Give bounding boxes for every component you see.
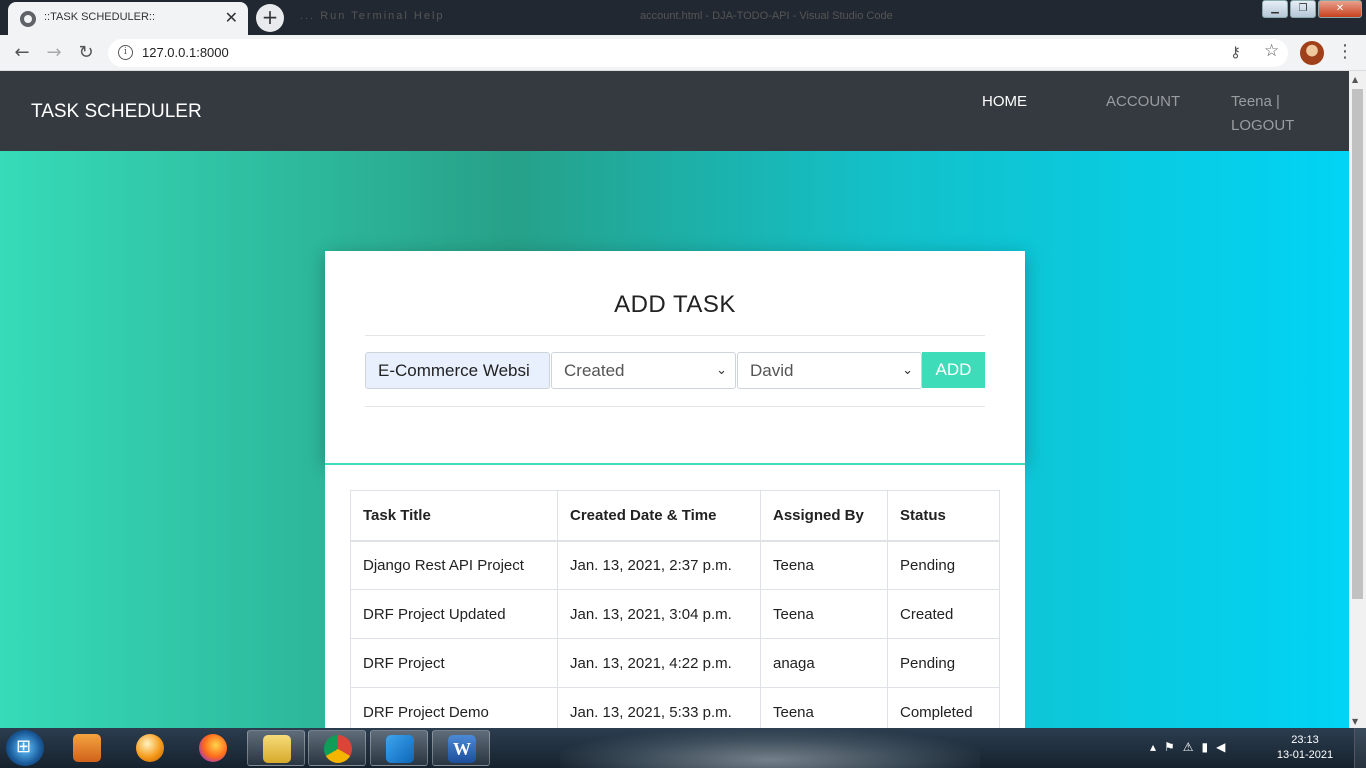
cell-title: DRF Project	[350, 638, 558, 688]
clock-time: 23:13	[1291, 734, 1319, 746]
nav-logout-link[interactable]: LOGOUT	[1231, 114, 1294, 138]
page-viewport: TASK SCHEDULER HOME ACCOUNT Teena | LOGO…	[0, 71, 1349, 728]
vscode-icon	[386, 735, 414, 763]
table-row[interactable]: Django Rest API Project Jan. 13, 2021, 2…	[350, 540, 1000, 590]
add-task-card: ADD TASK E-Commerce Websi Created ⌄ Davi…	[325, 251, 1025, 463]
key-icon[interactable]: ⚷	[1230, 43, 1241, 61]
cell-title: DRF Project Updated	[350, 589, 558, 639]
column-header-assigned-by: Assigned By	[760, 490, 888, 542]
task-table: Task Title Created Date & Time Assigned …	[350, 490, 1000, 728]
status-select-value: Created	[564, 361, 625, 380]
cell-status: Pending	[887, 638, 1000, 688]
add-task-heading: ADD TASK	[614, 291, 736, 318]
table-row[interactable]: DRF Project Updated Jan. 13, 2021, 3:04 …	[350, 589, 1000, 639]
table-header-row: Task Title Created Date & Time Assigned …	[350, 490, 1000, 542]
chrome-icon	[324, 735, 352, 763]
taskbar-chrome[interactable]	[308, 730, 366, 766]
bookmark-star-icon[interactable]: ☆	[1264, 41, 1279, 61]
browser-menu-icon[interactable]: ⋮	[1336, 41, 1354, 62]
nav-user-label: Teena |	[1231, 93, 1280, 110]
scroll-down-icon[interactable]: ▼	[1352, 717, 1358, 726]
wallpaper-peek	[560, 728, 980, 768]
cell-assigned-by: Teena	[760, 687, 888, 728]
taskbar-vlc[interactable]	[121, 730, 179, 766]
address-bar-row: ← → ↻ i 127.0.0.1:8000 ⚷ ☆ ⋮	[0, 35, 1366, 71]
cell-assigned-by: anaga	[760, 638, 888, 688]
taskbar-media-player[interactable]	[58, 730, 116, 766]
background-window-title: account.html - DJA-TODO-API - Visual Stu…	[640, 10, 893, 22]
cell-created: Jan. 13, 2021, 2:37 p.m.	[557, 540, 761, 590]
browser-tab[interactable]: ::TASK SCHEDULER:: ✕	[8, 2, 248, 35]
firefox-icon	[199, 734, 227, 762]
table-row[interactable]: DRF Project Jan. 13, 2021, 4:22 p.m. ana…	[350, 638, 1000, 688]
taskbar-file-explorer[interactable]	[247, 730, 305, 766]
cell-assigned-by: Teena	[760, 540, 888, 590]
show-desktop-button[interactable]	[1354, 728, 1366, 768]
cell-created: Jan. 13, 2021, 3:04 p.m.	[557, 589, 761, 639]
clock-date: 13-01-2021	[1276, 749, 1334, 761]
assignee-select[interactable]: David ⌄	[737, 352, 922, 389]
forward-icon[interactable]: →	[42, 41, 66, 65]
site-info-icon[interactable]: i	[118, 45, 133, 60]
chevron-down-icon: ⌄	[902, 362, 913, 377]
start-button[interactable]	[6, 730, 44, 766]
add-task-button[interactable]: ADD	[922, 352, 985, 388]
taskbar-vscode[interactable]	[370, 730, 428, 766]
cell-status: Pending	[887, 540, 1000, 590]
site-navbar: TASK SCHEDULER HOME ACCOUNT Teena | LOGO…	[0, 71, 1349, 151]
taskbar-firefox[interactable]	[184, 730, 242, 766]
word-icon: W	[448, 735, 476, 763]
window-controls: ▁ ❐ ✕	[1260, 0, 1362, 18]
back-icon[interactable]: ←	[10, 41, 34, 65]
task-list-panel: Task Title Created Date & Time Assigned …	[325, 463, 1025, 728]
tab-title: ::TASK SCHEDULER::	[44, 11, 156, 23]
window-close-button[interactable]: ✕	[1318, 0, 1362, 18]
address-bar[interactable]: i 127.0.0.1:8000	[108, 39, 1288, 67]
reload-icon[interactable]: ↻	[74, 41, 98, 65]
cell-title: Django Rest API Project	[350, 540, 558, 590]
vlc-icon	[136, 734, 164, 762]
table-row[interactable]: DRF Project Demo Jan. 13, 2021, 5:33 p.m…	[350, 687, 1000, 728]
system-tray[interactable]: ▴⚑⚠▮◀	[1150, 740, 1233, 754]
file-explorer-icon	[263, 735, 291, 763]
taskbar-word[interactable]: W	[432, 730, 490, 766]
cell-assigned-by: Teena	[760, 589, 888, 639]
nav-account-link[interactable]: ACCOUNT	[1106, 90, 1180, 114]
browser-tab-bar: ... Run Terminal Help account.html - DJA…	[0, 0, 1366, 35]
divider	[365, 335, 985, 336]
profile-avatar[interactable]	[1300, 41, 1324, 65]
nav-home-link[interactable]: HOME	[982, 90, 1027, 114]
task-title-input[interactable]: E-Commerce Websi	[365, 352, 550, 389]
restore-button[interactable]: ❐	[1290, 0, 1316, 18]
column-header-created: Created Date & Time	[557, 490, 761, 542]
taskbar-clock[interactable]: 23:13 13-01-2021	[1270, 733, 1340, 763]
cell-title: DRF Project Demo	[350, 687, 558, 728]
chevron-down-icon: ⌄	[716, 362, 727, 377]
cell-created: Jan. 13, 2021, 5:33 p.m.	[557, 687, 761, 728]
new-tab-button[interactable]: +	[256, 4, 284, 32]
minimize-button[interactable]: ▁	[1262, 0, 1288, 18]
background-window-menu: ... Run Terminal Help	[300, 10, 445, 22]
status-select[interactable]: Created ⌄	[551, 352, 736, 389]
assignee-select-value: David	[750, 361, 794, 380]
globe-icon	[20, 11, 36, 27]
cell-status: Created	[887, 589, 1000, 639]
cell-created: Jan. 13, 2021, 4:22 p.m.	[557, 638, 761, 688]
cell-status: Completed	[887, 687, 1000, 728]
column-header-status: Status	[887, 490, 1000, 542]
page-scrollbar[interactable]: ▲ ▼	[1349, 71, 1366, 728]
media-player-icon	[73, 734, 101, 762]
divider	[365, 406, 985, 407]
scrollbar-thumb[interactable]	[1352, 89, 1363, 599]
column-header-title: Task Title	[350, 490, 558, 542]
close-tab-icon[interactable]: ✕	[225, 8, 238, 27]
os-taskbar: W ▴⚑⚠▮◀ 23:13 13-01-2021	[0, 728, 1366, 768]
brand-logo[interactable]: TASK SCHEDULER	[31, 101, 202, 123]
url-text[interactable]: 127.0.0.1:8000	[142, 45, 229, 60]
scroll-up-icon[interactable]: ▲	[1352, 75, 1358, 84]
